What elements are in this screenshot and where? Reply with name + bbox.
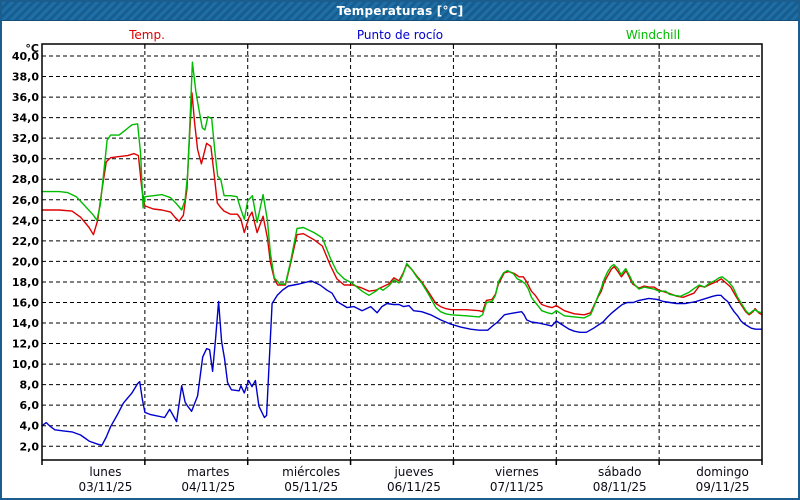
grid-layer — [42, 44, 762, 460]
y-tick-label: 10,0 — [12, 358, 39, 371]
x-day-date-label: 04/11/25 — [181, 480, 235, 494]
y-tick-label: 14,0 — [12, 317, 39, 330]
series-layer — [42, 62, 762, 445]
y-tick-label: 24,0 — [12, 214, 39, 227]
x-day-name-label: viernes — [495, 465, 539, 479]
y-tick-label: 12,0 — [12, 338, 39, 351]
plot-border — [42, 44, 762, 460]
temperature-chart: °C 40,038,036,034,032,030,028,026,024,02… — [2, 2, 800, 500]
y-tick-label: 16,0 — [12, 296, 39, 309]
y-tick-label: 6,0 — [20, 399, 40, 412]
x-day-date-label: 08/11/25 — [593, 480, 647, 494]
y-tick-label: 30,0 — [12, 153, 39, 166]
y-tick-label: 22,0 — [12, 235, 39, 248]
y-tick-label: 8,0 — [20, 379, 40, 392]
x-day-date-label: 05/11/25 — [284, 480, 338, 494]
app-window: Temperaturas [°C] Temp. Punto de rocío W… — [0, 0, 800, 500]
series-line-punto-de-roc-o — [42, 281, 762, 445]
x-day-name-label: domingo — [696, 465, 749, 479]
y-tick-label: 4,0 — [20, 420, 40, 433]
x-day-name-label: jueves — [393, 465, 433, 479]
x-day-name-label: miércoles — [282, 465, 340, 479]
x-day-date-label: 07/11/25 — [490, 480, 544, 494]
y-tick-label: 20,0 — [12, 255, 39, 268]
y-tick-label: 2,0 — [20, 440, 40, 453]
y-tick-label: 18,0 — [12, 276, 39, 289]
x-day-name-label: sábado — [598, 465, 642, 479]
y-tick-label: 40,0 — [12, 50, 39, 63]
y-tick-label: 38,0 — [12, 71, 39, 84]
y-tick-label: 28,0 — [12, 173, 39, 186]
series-line-windchill — [42, 62, 762, 318]
x-day-name-label: lunes — [89, 465, 121, 479]
x-day-date-label: 03/11/25 — [78, 480, 132, 494]
x-day-date-label: 06/11/25 — [387, 480, 441, 494]
y-tick-label: 32,0 — [12, 132, 39, 145]
axis-label-layer: 40,0 38,0 36,0 34,0 32,0 30,0 28,0 26,0 24,0 22,0… — [12, 50, 750, 494]
plot-frame-layer — [42, 44, 762, 465]
y-tick-label: 36,0 — [12, 91, 39, 104]
y-tick-label: 34,0 — [12, 112, 39, 125]
x-day-date-label: 09/11/25 — [696, 480, 750, 494]
x-day-name-label: martes — [187, 465, 229, 479]
y-tick-label: 26,0 — [12, 194, 39, 207]
